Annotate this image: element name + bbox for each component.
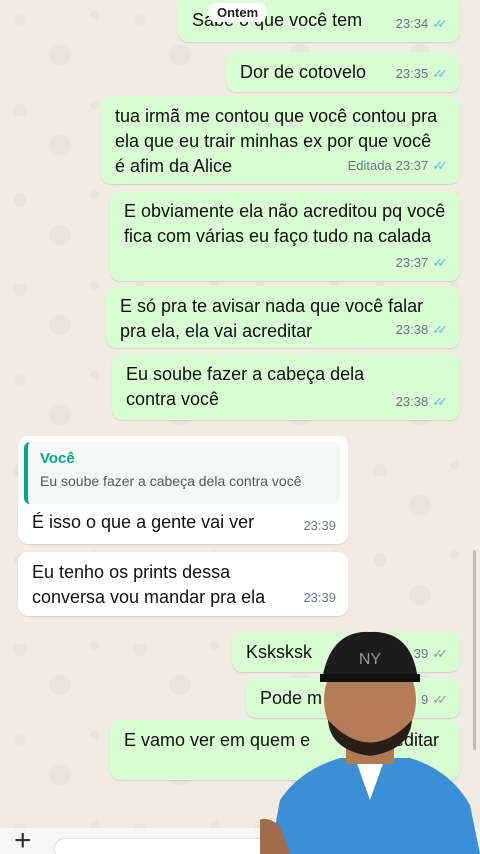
quoted-reply[interactable]: Você Eu soube fazer a cabeça dela contra… bbox=[24, 442, 340, 504]
message-time: 23:39 bbox=[303, 518, 336, 533]
read-ticks-icon: ✓✓ bbox=[432, 66, 448, 81]
message-meta: 23:39 bbox=[303, 513, 336, 538]
edited-label: Editada bbox=[347, 158, 392, 173]
message-meta: 23:34 ✓✓ bbox=[396, 11, 448, 36]
message-text: É isso o que a gente vai ver bbox=[32, 512, 255, 532]
message-bubble-outgoing[interactable]: Eu soube fazer a cabeça dela contra você… bbox=[112, 354, 460, 420]
cap-logo: NY bbox=[359, 651, 382, 668]
message-meta: 23:38 ✓✓ bbox=[396, 317, 448, 342]
message-time: 23:38 bbox=[395, 394, 429, 409]
message-text: Eu tenho os prints dessa conversa vou ma… bbox=[32, 562, 266, 607]
message-bubble-outgoing[interactable]: E só pra te avisar nada que você falar p… bbox=[106, 286, 460, 348]
quote-text: Eu soube fazer a cabeça dela contra você bbox=[40, 473, 302, 489]
message-time: 23:38 bbox=[395, 322, 429, 337]
message-meta: Editada 23:37 ✓✓ bbox=[348, 153, 448, 178]
message-meta: 23:35 ✓✓ bbox=[396, 61, 448, 86]
read-ticks-icon: ✓✓ bbox=[432, 16, 448, 31]
message-time: 23:35 bbox=[395, 66, 429, 81]
message-text: Eu soube fazer a cabeça dela contra você bbox=[126, 364, 365, 409]
message-meta: 23:39 bbox=[303, 585, 336, 610]
creator-video-overlay: NY bbox=[260, 631, 480, 854]
read-ticks-icon: ✓✓ bbox=[432, 322, 448, 337]
read-ticks-icon: ✓✓ bbox=[432, 255, 448, 270]
message-bubble-outgoing[interactable]: Dor de cotovelo 23:35 ✓✓ bbox=[226, 52, 460, 92]
message-time: 23:34 bbox=[395, 16, 429, 31]
read-ticks-icon: ✓✓ bbox=[432, 394, 448, 409]
read-ticks-icon: ✓✓ bbox=[432, 158, 448, 173]
message-time: 23:37 bbox=[395, 255, 429, 270]
message-text: E obviamente ela não acreditou pq você f… bbox=[124, 201, 446, 246]
message-time: 23:37 bbox=[395, 158, 429, 173]
message-text: E só pra te avisar nada que você falar p… bbox=[120, 296, 424, 341]
message-text: Dor de cotovelo bbox=[240, 62, 367, 82]
message-bubble-incoming[interactable]: Eu tenho os prints dessa conversa vou ma… bbox=[18, 552, 348, 616]
date-divider: Ontem bbox=[209, 3, 267, 22]
message-time: 23:39 bbox=[303, 590, 336, 605]
quote-author: Você bbox=[40, 450, 75, 467]
message-meta: 23:38 ✓✓ bbox=[396, 389, 448, 414]
message-meta: 23:37 ✓✓ bbox=[396, 250, 448, 275]
message-bubble-outgoing[interactable]: E obviamente ela não acreditou pq você f… bbox=[110, 191, 460, 281]
plus-icon[interactable]: + bbox=[14, 826, 32, 854]
message-bubble-outgoing[interactable]: tua irmã me contou que você contou pra e… bbox=[101, 96, 460, 184]
